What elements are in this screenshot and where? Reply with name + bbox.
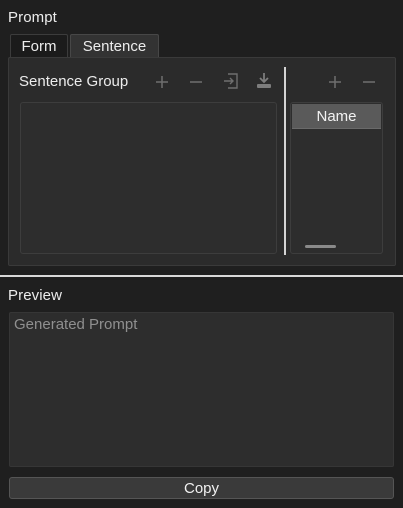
preview-textarea[interactable]: Generated Prompt <box>9 312 394 467</box>
remove-name-button[interactable] <box>357 70 381 94</box>
window: Prompt Form Sentence Sentence Group Name… <box>0 0 403 508</box>
download-icon <box>257 73 271 88</box>
add-sentence-group-button[interactable] <box>150 70 174 94</box>
import-icon <box>224 73 238 89</box>
splitter[interactable] <box>284 67 286 255</box>
name-column-header-label: Name <box>316 107 357 125</box>
copy-button[interactable]: Copy <box>9 477 394 499</box>
copy-button-label: Copy <box>183 479 220 497</box>
add-icon <box>329 76 341 88</box>
name-table[interactable]: Name <box>290 102 383 254</box>
sentence-tab-panel: Sentence Group Name <box>8 57 396 266</box>
tab-form-label: Form <box>21 37 57 55</box>
splitter-horizontal[interactable] <box>0 275 403 277</box>
remove-icon <box>363 81 375 83</box>
add-name-button[interactable] <box>323 70 347 94</box>
name-column-header[interactable]: Name <box>292 104 381 129</box>
remove-icon <box>190 81 202 83</box>
preview-placeholder: Generated Prompt <box>14 316 138 333</box>
import-button[interactable] <box>219 69 243 93</box>
remove-sentence-group-button[interactable] <box>184 70 208 94</box>
tab-sentence[interactable]: Sentence <box>70 34 159 57</box>
sentence-group-list[interactable] <box>20 102 277 254</box>
tab-sentence-label: Sentence <box>82 37 147 55</box>
horizontal-scrollbar[interactable] <box>305 245 336 248</box>
tab-form[interactable]: Form <box>10 34 68 57</box>
download-button[interactable] <box>252 69 276 93</box>
add-icon <box>156 76 168 88</box>
sentence-group-title: Sentence Group <box>19 73 129 90</box>
preview-label: Preview <box>8 287 63 304</box>
prompt-label: Prompt <box>8 9 57 26</box>
